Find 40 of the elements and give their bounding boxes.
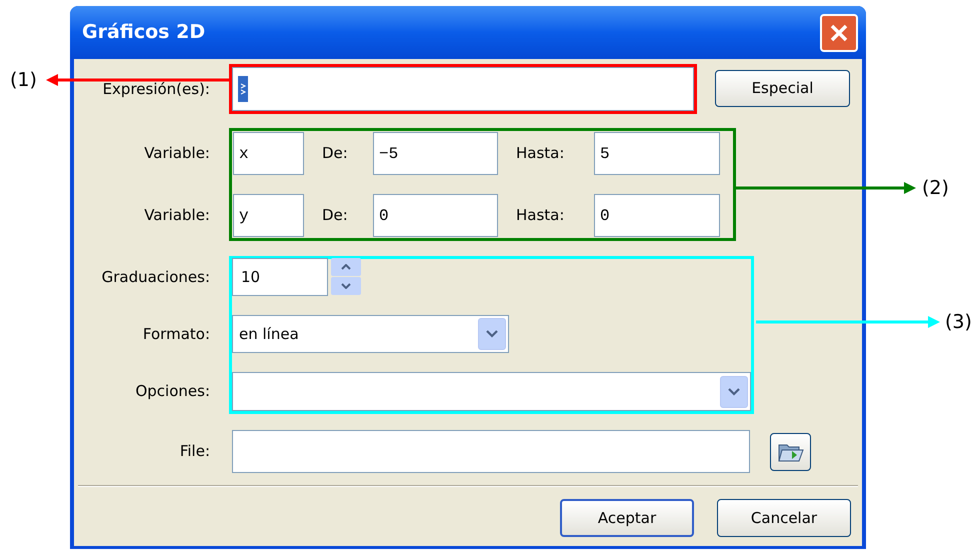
expression-field[interactable] (232, 67, 694, 111)
special-button[interactable]: Especial (715, 70, 850, 107)
field-label: Formato: (142, 324, 210, 345)
chevron-up-icon (341, 264, 351, 270)
close-button[interactable] (820, 14, 858, 52)
options-dropdown[interactable] (232, 372, 751, 411)
field-label: Opciones: (135, 381, 210, 402)
chevron-down-icon (728, 388, 740, 396)
window-title: Gráficos 2D (82, 20, 206, 46)
dropdown-button[interactable] (478, 318, 506, 350)
to-field[interactable]: 5 (594, 132, 720, 175)
spinner[interactable] (331, 258, 361, 296)
from-field[interactable]: 0 (373, 194, 498, 237)
dialog-button[interactable]: Cancelar (717, 499, 851, 537)
field-label: Variable: (144, 143, 210, 164)
field-label: Hasta: (516, 205, 566, 226)
field-label: De: (322, 143, 349, 164)
from-field[interactable]: −5 (373, 132, 498, 175)
field-label: Expresión(es): (102, 78, 210, 100)
file-field[interactable] (232, 430, 750, 473)
field-label: Graduaciones: (102, 266, 210, 288)
browse-button[interactable] (770, 432, 811, 470)
callout-label: (1) (10, 71, 37, 90)
callout-label: (2) (922, 179, 949, 198)
chevron-down-icon (486, 330, 498, 338)
format-dropdown[interactable]: en línea (232, 315, 509, 353)
field-label: Variable: (144, 205, 210, 226)
close-icon (829, 22, 849, 42)
text-selection-icon (238, 76, 248, 102)
field-label: Hasta: (516, 143, 566, 164)
variable-field[interactable]: y (233, 194, 304, 237)
chevron-down-icon (341, 283, 351, 289)
dropdown-button[interactable] (720, 376, 748, 408)
variable-field[interactable]: x (233, 132, 304, 175)
graduations-field[interactable]: 10 (232, 258, 328, 296)
dialog-button[interactable]: Aceptar (560, 499, 694, 537)
field-label: De: (322, 205, 349, 226)
to-field[interactable]: 0 (594, 194, 720, 237)
callout-label: (3) (945, 313, 972, 332)
field-label: File: (180, 441, 210, 462)
